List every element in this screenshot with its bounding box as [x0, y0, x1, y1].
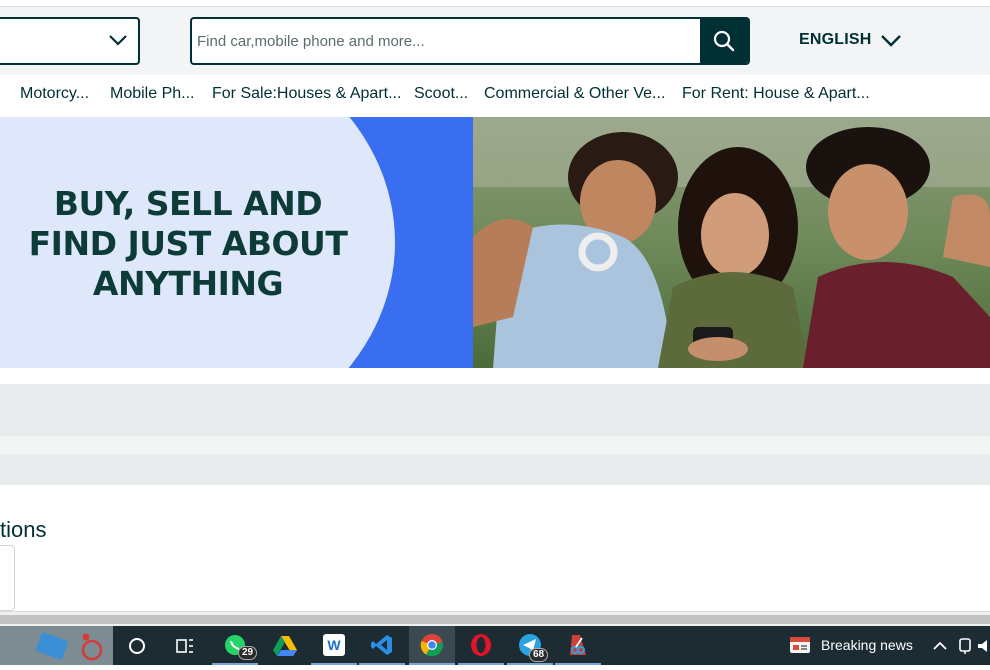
category-link-scooters[interactable]: Scoot... [414, 85, 468, 103]
category-link-commercial-vehicles[interactable]: Commercial & Other Ve... [484, 85, 665, 103]
banner-slogan-panel: BUY, SELL AND FIND JUST ABOUT ANYTHING [0, 117, 473, 368]
banner-photo-friends [473, 117, 990, 368]
show-hidden-icons-button[interactable] [930, 626, 950, 665]
search-circle-button[interactable] [114, 626, 160, 665]
chevron-down-icon [109, 35, 127, 46]
snipping-tool-icon [570, 634, 586, 655]
telegram-badge: 68 [529, 648, 549, 662]
opera-taskbar-button[interactable] [458, 626, 504, 665]
scrollbar-thumb[interactable] [0, 615, 990, 624]
telegram-taskbar-button[interactable]: 68 [507, 626, 553, 665]
banner-line-3: ANYTHING [92, 264, 284, 303]
search-input[interactable] [192, 19, 700, 63]
banner-line-1: BUY, SELL AND [53, 184, 323, 223]
device-tray-button[interactable] [954, 626, 976, 665]
widgets-icon [35, 632, 103, 661]
search-box [190, 17, 750, 65]
google-drive-icon [273, 635, 297, 656]
category-link-mobile-phones[interactable]: Mobile Ph... [110, 85, 194, 103]
chevron-down-icon [880, 35, 901, 47]
content-placeholder-band [0, 454, 990, 485]
newspaper-icon [790, 637, 810, 653]
banner-slogan: BUY, SELL AND FIND JUST ABOUT ANYTHING [28, 184, 348, 304]
device-icon [959, 637, 971, 654]
category-link-houses-for-sale[interactable]: For Sale:Houses & Apart... [212, 85, 401, 103]
widgets-button[interactable] [0, 626, 113, 665]
category-link-houses-for-rent[interactable]: For Rent: House & Apart... [682, 85, 870, 103]
task-view-button[interactable] [162, 626, 208, 665]
search-icon [713, 30, 735, 52]
task-view-icon [176, 638, 193, 653]
chrome-taskbar-button[interactable] [409, 626, 455, 665]
content-placeholder-gap [0, 436, 990, 454]
search-circle-icon [129, 637, 145, 654]
svg-text:W: W [327, 637, 341, 653]
horizontal-scrollbar[interactable] [0, 611, 990, 626]
language-selector[interactable]: ENGLISH [799, 31, 902, 49]
speaker-icon [978, 639, 987, 652]
vscode-icon [371, 634, 392, 655]
chrome-icon [420, 633, 444, 656]
search-button[interactable] [700, 19, 748, 63]
news-label: Breaking news [821, 637, 913, 653]
whatsapp-badge: 29 [238, 646, 258, 660]
banner-line-2: FIND JUST ABOUT [28, 224, 348, 263]
word-w-icon: W [323, 633, 345, 656]
snipping-tool-taskbar-button[interactable] [555, 626, 601, 665]
windows-taskbar: 29 W 68 Breaking news [0, 626, 990, 665]
chevron-up-icon [933, 641, 947, 650]
tray-overflow[interactable] [978, 626, 990, 665]
top-border [0, 0, 990, 7]
opera-icon [471, 633, 491, 656]
category-nav: Motorcy... Mobile Ph... For Sale:Houses … [0, 75, 990, 117]
category-link-motorcycles[interactable]: Motorcy... [20, 85, 89, 103]
listing-card[interactable] [0, 545, 15, 611]
vscode-taskbar-button[interactable] [359, 626, 405, 665]
google-drive-taskbar-button[interactable] [262, 626, 308, 665]
section-title: tions [0, 517, 47, 542]
content-placeholder-band [0, 384, 990, 436]
news-widget[interactable]: Breaking news [789, 636, 913, 654]
word-taskbar-button[interactable]: W [311, 626, 357, 665]
hero-banner[interactable]: BUY, SELL AND FIND JUST ABOUT ANYTHING [0, 117, 990, 368]
site-header: ENGLISH [0, 7, 990, 75]
whatsapp-taskbar-button[interactable]: 29 [212, 626, 258, 665]
language-label: ENGLISH [799, 31, 872, 48]
location-selector[interactable] [0, 17, 140, 65]
